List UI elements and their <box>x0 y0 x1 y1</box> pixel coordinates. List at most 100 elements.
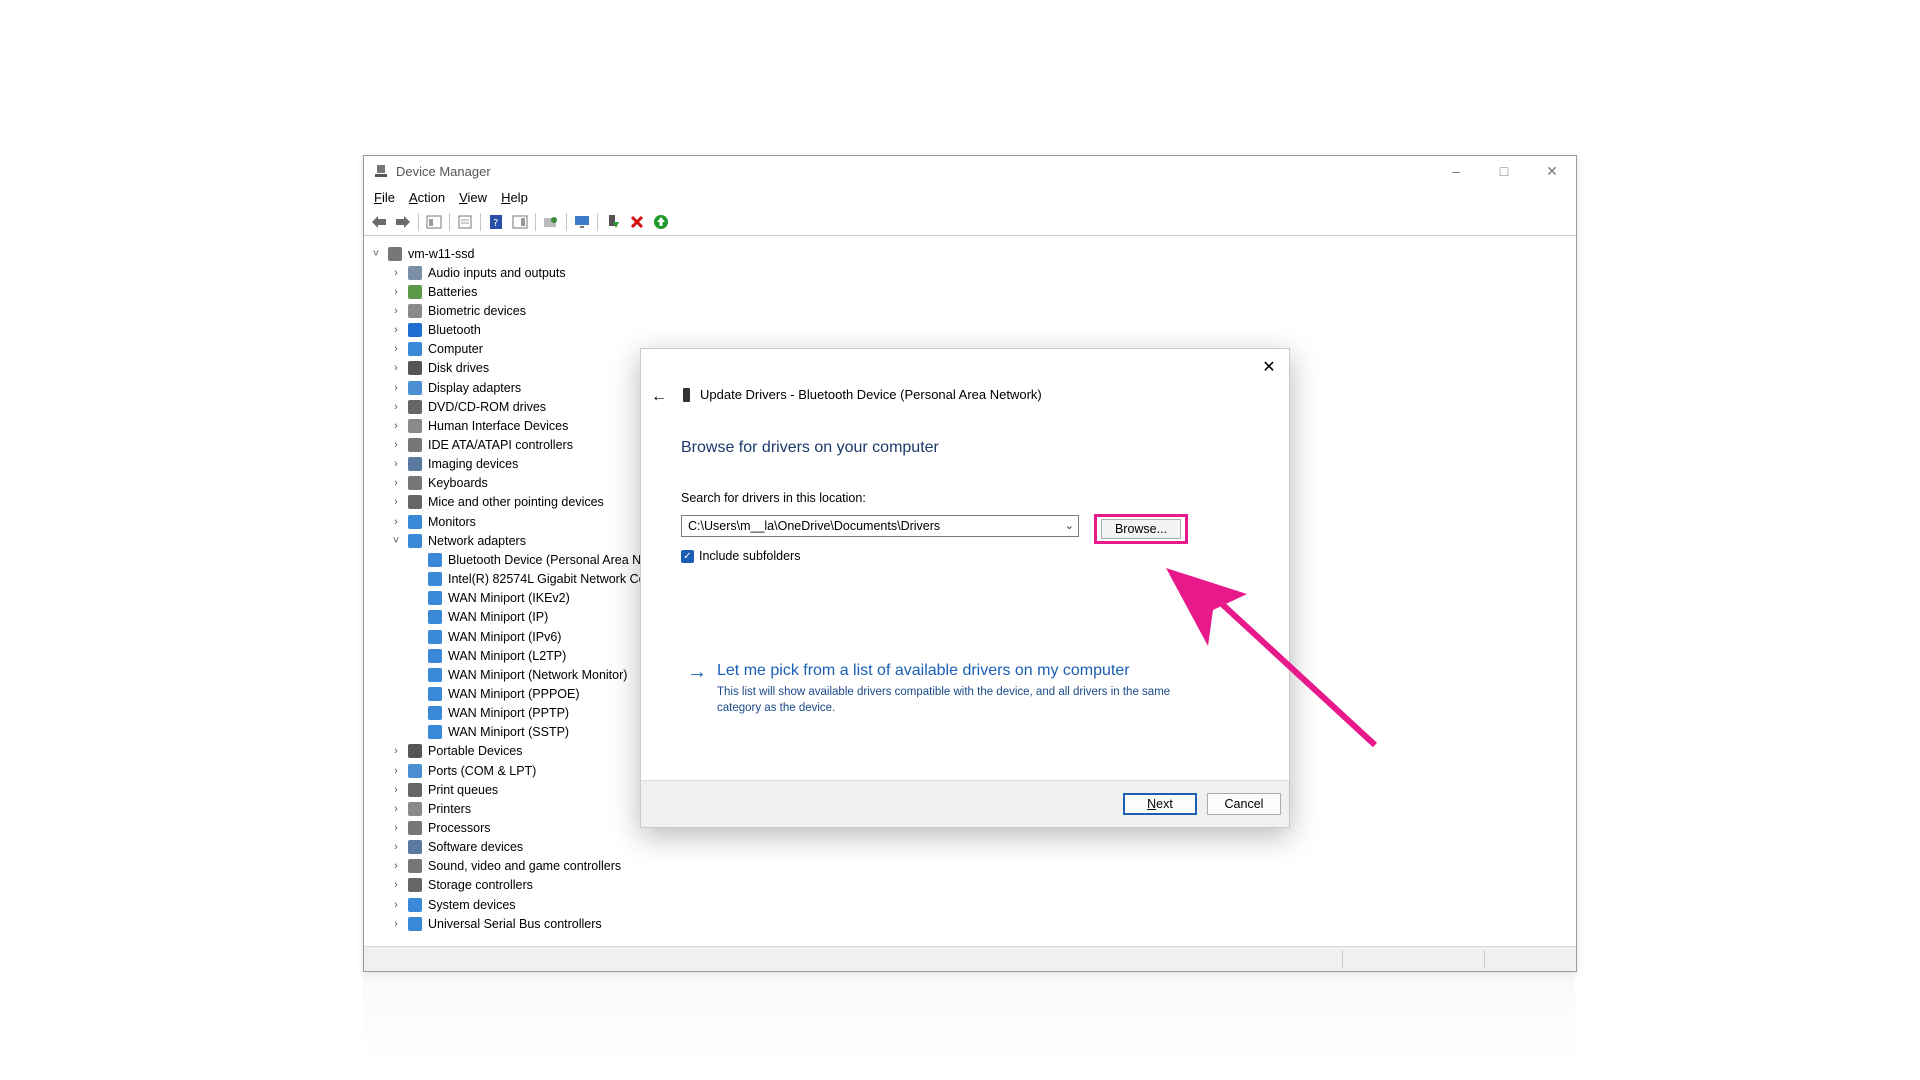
arrow-right-icon[interactable]: → <box>687 661 707 684</box>
chevron-right-icon[interactable]: › <box>390 879 402 891</box>
chevron-right-icon[interactable]: › <box>390 745 402 757</box>
tree-network-adapter[interactable]: Intel(R) 82574L Gigabit Network Cc <box>410 570 645 589</box>
tree-category[interactable]: › Ports (COM & LPT) <box>390 761 536 780</box>
tree-category[interactable]: › Imaging devices <box>390 455 518 474</box>
tree-category[interactable]: › DVD/CD-ROM drives <box>390 397 546 416</box>
menu-file[interactable]: File <box>374 190 395 205</box>
forward-arrow-icon[interactable] <box>394 213 412 231</box>
chevron-right-icon[interactable]: › <box>390 918 402 930</box>
tree-item-label: Ports (COM & LPT) <box>428 763 537 778</box>
category-icon <box>408 897 422 912</box>
chevron-right-icon[interactable]: › <box>390 343 402 355</box>
cancel-button[interactable]: Cancel <box>1207 793 1281 815</box>
category-icon <box>408 782 422 797</box>
tree-network-adapter[interactable]: WAN Miniport (IKEv2) <box>410 589 570 608</box>
chevron-right-icon[interactable]: › <box>390 899 402 911</box>
maximize-button[interactable]: □ <box>1480 156 1528 186</box>
tree-category[interactable]: › Batteries <box>390 282 477 301</box>
tree-network-adapter[interactable]: WAN Miniport (L2TP) <box>410 646 566 665</box>
chevron-right-icon[interactable]: › <box>390 401 402 413</box>
chevron-right-icon[interactable]: › <box>390 841 402 853</box>
chevron-right-icon[interactable]: › <box>390 765 402 777</box>
tree-category[interactable]: › Audio inputs and outputs <box>390 263 566 282</box>
menu-action[interactable]: Action <box>409 190 445 205</box>
chevron-right-icon[interactable]: › <box>390 324 402 336</box>
browse-button[interactable]: Browse... <box>1101 519 1181 539</box>
tree-network-adapter[interactable]: WAN Miniport (PPTP) <box>410 704 569 723</box>
category-icon <box>408 380 422 395</box>
chevron-right-icon[interactable]: › <box>390 803 402 815</box>
tree-network-adapter[interactable]: WAN Miniport (PPPOE) <box>410 684 580 703</box>
chevron-right-icon[interactable]: › <box>390 496 402 508</box>
chevron-down-icon[interactable]: ⌄ <box>1065 519 1074 532</box>
tree-category[interactable]: › Processors <box>390 819 491 838</box>
menu-help[interactable]: Help <box>501 190 528 205</box>
tree-category[interactable]: › IDE ATA/ATAPI controllers <box>390 436 573 455</box>
chevron-right-icon[interactable]: › <box>390 477 402 489</box>
tree-category[interactable]: › Software devices <box>390 838 523 857</box>
tree-category[interactable]: › Bluetooth <box>390 321 481 340</box>
tree-network-adapter[interactable]: Bluetooth Device (Personal Area N <box>410 550 641 569</box>
tree-category[interactable]: › Biometric devices <box>390 301 526 320</box>
chevron-right-icon[interactable]: › <box>390 305 402 317</box>
tree-category[interactable]: › Disk drives <box>390 359 489 378</box>
chevron-right-icon[interactable]: › <box>390 822 402 834</box>
driver-path-combobox[interactable]: C:\Users\m__la\OneDrive\Documents\Driver… <box>681 515 1079 537</box>
tree-category[interactable]: › System devices <box>390 895 516 914</box>
tree-category[interactable]: › Mice and other pointing devices <box>390 493 604 512</box>
tree-category[interactable]: › Display adapters <box>390 378 521 397</box>
network-adapter-icon <box>428 686 442 701</box>
tree-category[interactable]: › Portable Devices <box>390 742 523 761</box>
include-subfolders-checkbox[interactable]: ✓ Include subfolders <box>681 549 800 563</box>
close-window-button[interactable]: ✕ <box>1528 156 1576 186</box>
help-icon[interactable]: ? <box>487 213 505 231</box>
scan-hardware-icon[interactable] <box>542 213 560 231</box>
chevron-right-icon[interactable]: › <box>390 267 402 279</box>
tree-category[interactable]: › Printers <box>390 799 471 818</box>
monitor-icon[interactable] <box>573 213 591 231</box>
tree-category[interactable]: › Computer <box>390 340 483 359</box>
chevron-right-icon[interactable]: › <box>390 860 402 872</box>
chevron-right-icon[interactable]: › <box>390 784 402 796</box>
uninstall-icon[interactable] <box>628 213 646 231</box>
dialog-close-button[interactable]: ✕ <box>1257 355 1281 379</box>
enable-device-icon[interactable] <box>652 213 670 231</box>
minimize-button[interactable]: – <box>1432 156 1480 186</box>
tree-category[interactable]: ˅ Network adapters <box>390 531 526 550</box>
tree-network-adapter[interactable]: WAN Miniport (SSTP) <box>410 723 569 742</box>
tree-network-adapter[interactable]: WAN Miniport (IP) <box>410 608 548 627</box>
tree-network-adapter[interactable]: WAN Miniport (IPv6) <box>410 627 561 646</box>
tree-category[interactable]: › Print queues <box>390 780 498 799</box>
back-arrow-icon[interactable] <box>370 213 388 231</box>
tree-category[interactable]: › Human Interface Devices <box>390 416 568 435</box>
tree-category[interactable]: › Monitors <box>390 512 476 531</box>
chevron-right-icon[interactable]: › <box>390 286 402 298</box>
chevron-right-icon[interactable]: › <box>390 458 402 470</box>
tree-item-label: vm-w11-ssd <box>408 246 475 261</box>
category-icon <box>408 303 422 318</box>
next-button[interactable]: Next <box>1123 793 1197 815</box>
add-driver-icon[interactable] <box>604 213 622 231</box>
tree-network-adapter[interactable]: WAN Miniport (Network Monitor) <box>410 665 627 684</box>
show-hide-tree-icon[interactable] <box>425 213 443 231</box>
tree-category[interactable]: › Universal Serial Bus controllers <box>390 914 602 933</box>
chevron-right-icon[interactable]: › <box>390 420 402 432</box>
chevron-right-icon[interactable]: › <box>390 439 402 451</box>
chevron-down-icon[interactable]: ˅ <box>390 535 402 547</box>
chevron-right-icon[interactable]: › <box>390 382 402 394</box>
tree-category[interactable]: › Sound, video and game controllers <box>390 857 621 876</box>
panel-icon[interactable] <box>511 213 529 231</box>
category-icon <box>408 763 422 778</box>
chevron-right-icon[interactable]: › <box>390 516 402 528</box>
properties-icon[interactable] <box>456 213 474 231</box>
checkmark-icon[interactable]: ✓ <box>681 549 694 563</box>
chevron-down-icon[interactable]: ˅ <box>370 248 382 260</box>
menu-view[interactable]: View <box>459 190 487 205</box>
tree-category[interactable]: › Keyboards <box>390 474 488 493</box>
pick-from-list-link[interactable]: Let me pick from a list of available dri… <box>717 662 1130 680</box>
tree-root[interactable]: ˅ vm-w11-ssd <box>370 244 474 263</box>
tree-item-label: Biometric devices <box>428 303 526 318</box>
tree-category[interactable]: › Storage controllers <box>390 876 533 895</box>
chevron-right-icon[interactable]: › <box>390 362 402 374</box>
back-button[interactable]: ← <box>647 385 671 409</box>
